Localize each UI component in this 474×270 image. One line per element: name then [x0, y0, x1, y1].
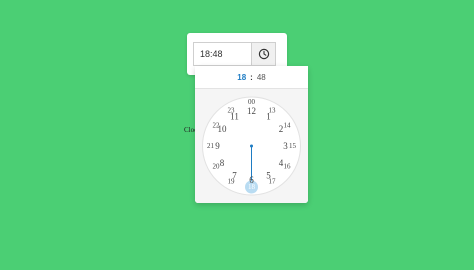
time-input[interactable]: [193, 42, 251, 66]
hour-label-14[interactable]: 14: [284, 122, 292, 130]
hour-label-22[interactable]: 22: [212, 122, 220, 130]
hour-label-18[interactable]: 18: [248, 183, 256, 191]
hour-label-13[interactable]: 13: [269, 106, 277, 114]
popover-header: 18 : 48: [195, 66, 308, 89]
hour-label-12[interactable]: 12: [247, 106, 256, 116]
hour-label-17[interactable]: 17: [269, 178, 277, 186]
hour-label-3[interactable]: 3: [283, 141, 288, 151]
clock-icon: [258, 48, 269, 60]
hour-label-16[interactable]: 16: [284, 163, 292, 171]
dial-center-dot: [250, 144, 253, 148]
popover-body: 00 1 2 3 4 5 6 7 8 9 10 11 12 13 14 15 16 17 18 19 20 21 22 23: [195, 89, 308, 203]
hour-label-9[interactable]: 9: [215, 141, 220, 151]
hour-label-20[interactable]: 20: [212, 163, 220, 171]
hour-label-23[interactable]: 23: [228, 106, 236, 114]
hour-label-19[interactable]: 19: [228, 178, 236, 186]
minutes-display[interactable]: 48: [257, 73, 266, 82]
hour-label-21[interactable]: 21: [207, 142, 215, 150]
hour-label-15[interactable]: 15: [289, 142, 297, 150]
clock-popover: 18 : 48 00 1 2 3 4 5 6 7 8 9 10 11 12 13 14 15 16 17 18 19 2…: [195, 66, 308, 203]
hour-label-8[interactable]: 8: [220, 158, 225, 168]
hour-label-00[interactable]: 00: [248, 98, 256, 106]
clock-dial[interactable]: 00123456789101112 1314151617181920212223: [195, 89, 308, 203]
hours-display[interactable]: 18: [237, 73, 246, 82]
clock-button[interactable]: [251, 42, 276, 66]
time-separator: :: [250, 72, 253, 82]
